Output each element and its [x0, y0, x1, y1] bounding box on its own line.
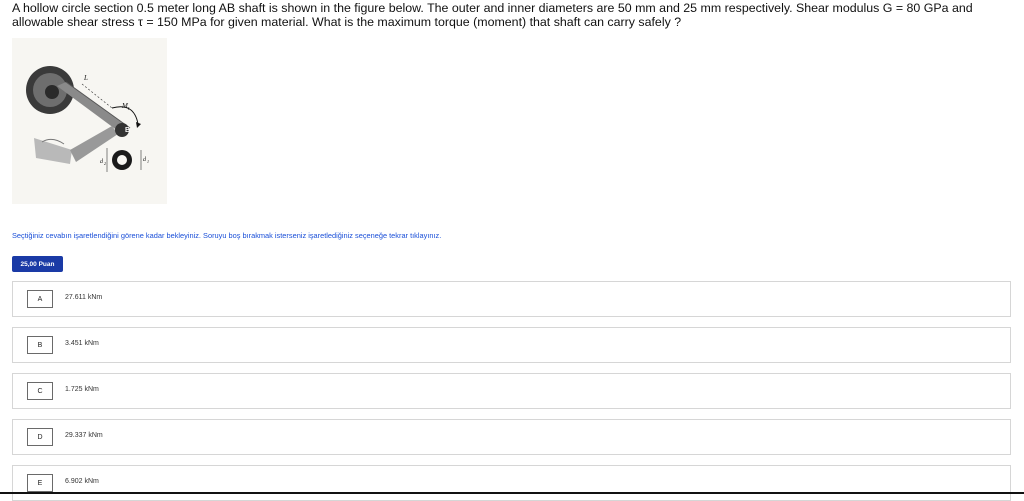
label-point-b: B [125, 127, 130, 134]
option-letter[interactable]: D [27, 428, 53, 446]
option-e[interactable]: E 6.902 kNm [12, 465, 1011, 501]
option-d[interactable]: D 29.337 kNm [12, 419, 1011, 455]
instruction-text: Seçtiğiniz cevabın işaretlendiğini gören… [12, 231, 442, 240]
label-d2-sub: 2 [104, 161, 106, 166]
label-d1-sub: 1 [147, 159, 149, 164]
option-a[interactable]: A 27.611 kNm [12, 281, 1011, 317]
option-value: 3.451 kNm [65, 340, 99, 347]
option-value: 29.337 kNm [65, 432, 103, 439]
question-text: A hollow circle section 0.5 meter long A… [12, 1, 973, 29]
label-length: L [83, 74, 88, 82]
points-badge: 25,00 Puan [12, 256, 63, 272]
option-c[interactable]: C 1.725 kNm [12, 373, 1011, 409]
option-letter[interactable]: A [27, 290, 53, 308]
option-value: 27.611 kNm [65, 294, 103, 301]
option-letter[interactable]: E [27, 474, 53, 492]
option-letter[interactable]: C [27, 382, 53, 400]
option-value: 6.902 kNm [65, 478, 99, 485]
option-letter[interactable]: B [27, 336, 53, 354]
option-b[interactable]: B 3.451 kNm [12, 327, 1011, 363]
option-value: 1.725 kNm [65, 386, 99, 393]
shaft-figure: L M t B d 2 d 1 [12, 38, 167, 204]
